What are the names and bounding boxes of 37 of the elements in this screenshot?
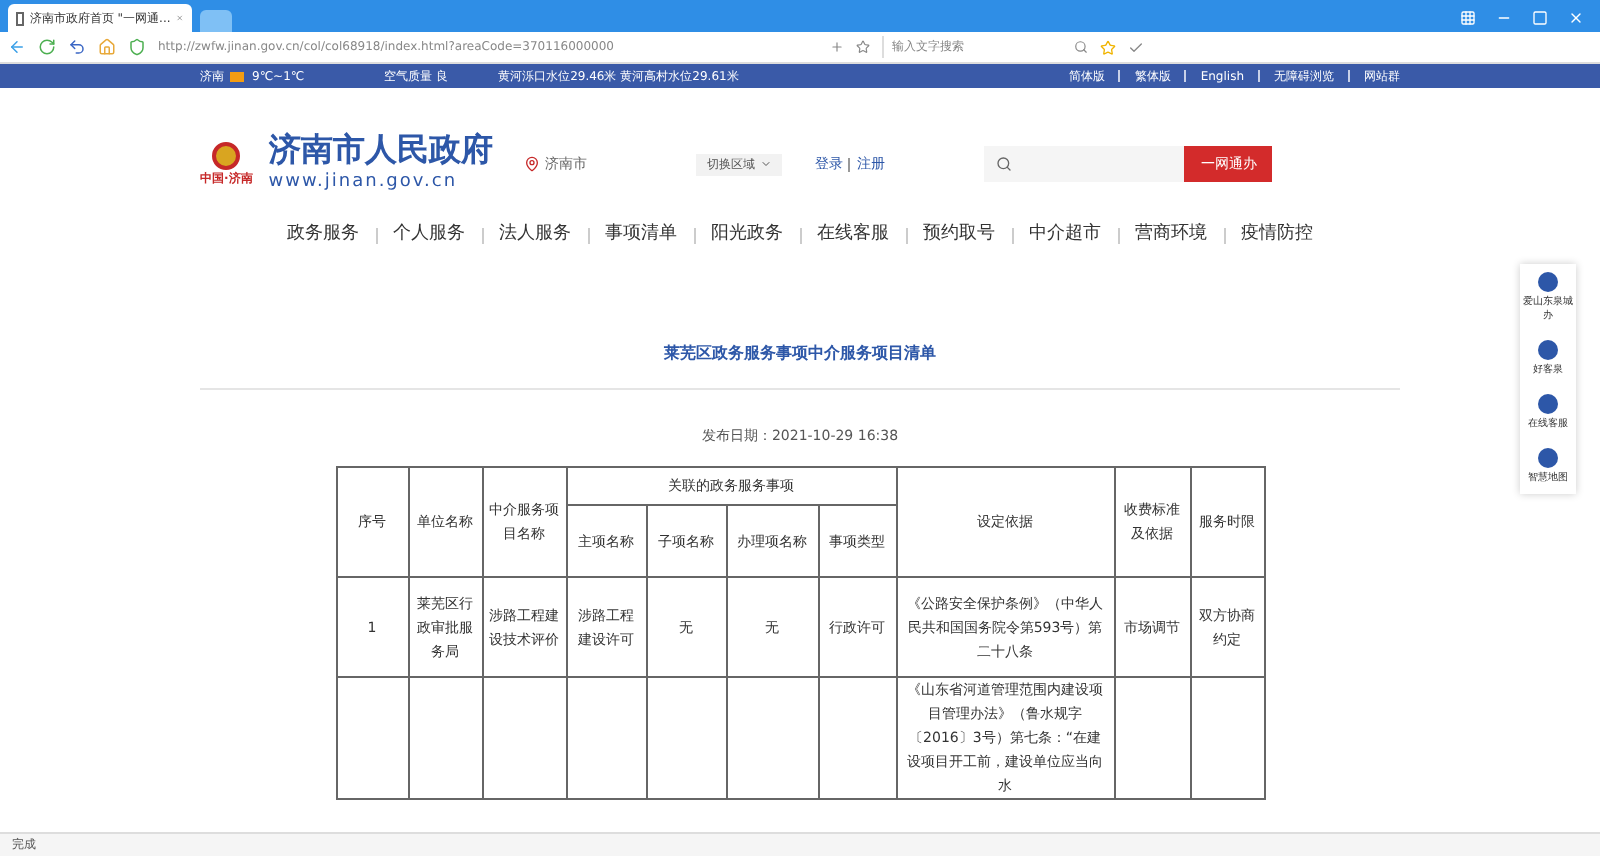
tool-icon <box>1538 448 1558 468</box>
article-title: 莱芜区政务服务事项中介服务项目清单 <box>664 344 936 362</box>
tool-icon <box>1538 340 1558 360</box>
check-icon[interactable] <box>1128 39 1144 55</box>
tool-icon <box>1538 272 1558 292</box>
location-pin-icon <box>524 156 541 172</box>
site-name: 济南市人民政府 <box>268 130 493 171</box>
menu-icon[interactable] <box>1460 10 1476 26</box>
search-icon[interactable] <box>1074 40 1088 54</box>
maximize-icon[interactable] <box>1532 10 1548 26</box>
add-icon[interactable] <box>830 40 844 54</box>
search-icon <box>996 156 1013 172</box>
weather-icon <box>230 71 244 81</box>
tool-icon <box>1538 394 1558 414</box>
home-icon[interactable] <box>98 38 116 56</box>
nav-link[interactable]: 中介超市 <box>1029 222 1101 250</box>
star-icon[interactable] <box>856 40 870 54</box>
nav-link[interactable]: 事项清单 <box>605 222 677 250</box>
nav-link[interactable]: 在线客服 <box>817 222 889 250</box>
nav-link[interactable]: 政务服务 <box>287 222 359 250</box>
page-icon <box>16 11 24 25</box>
new-tab-button[interactable] <box>200 10 232 32</box>
nav-link[interactable]: 预约取号 <box>923 222 995 250</box>
site-search-field[interactable] <box>984 146 1185 182</box>
nav-link[interactable]: 阳光政务 <box>711 222 783 250</box>
caret-icon <box>760 158 773 170</box>
emblem-icon <box>212 141 241 169</box>
shield-icon <box>128 38 146 56</box>
nav-link[interactable]: 营商环境 <box>1135 222 1207 250</box>
nav-link[interactable]: 疫情防控 <box>1241 222 1313 250</box>
refresh-icon[interactable] <box>38 38 56 56</box>
star-icon[interactable] <box>1100 39 1116 55</box>
site-url: www.jinan.gov.cn <box>268 170 460 197</box>
back-icon[interactable] <box>8 38 26 56</box>
nav-link[interactable]: 个人服务 <box>393 222 465 250</box>
nav-link[interactable]: 法人服务 <box>499 222 571 250</box>
undo-icon[interactable] <box>68 38 86 56</box>
